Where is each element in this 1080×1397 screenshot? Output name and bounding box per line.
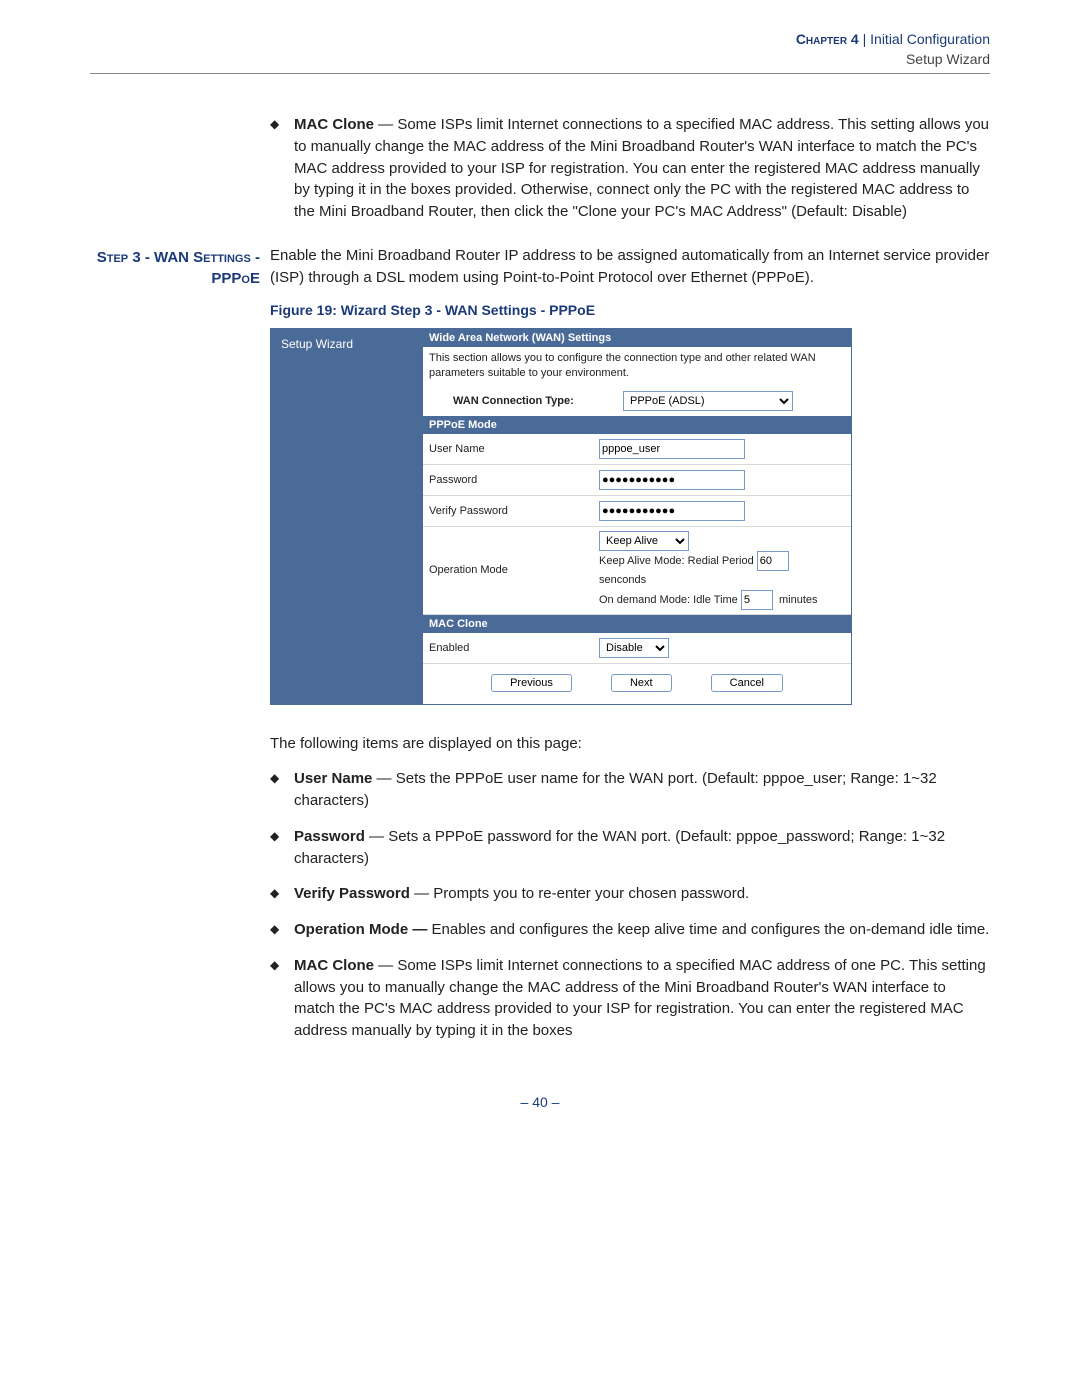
wan-connection-type-label: WAN Connection Type: [429,395,623,407]
wizard-sidebar: Setup Wizard [271,329,423,703]
wizard-screenshot: Setup Wizard Wide Area Network (WAN) Set… [270,328,852,704]
wan-description: This section allows you to configure the… [423,347,851,386]
ondemand-post: minutes [779,594,818,606]
keepalive-pre: Keep Alive Mode: Redial Period [599,555,757,567]
sidebar-setup-wizard: Setup Wizard [281,337,353,351]
bullet-mac-clone: MAC Clone — Some ISPs limit Internet con… [270,955,990,1042]
bullet-password: Password — Sets a PPPoE password for the… [270,826,990,870]
operation-mode-select[interactable]: Keep Alive [599,531,689,551]
previous-button[interactable]: Previous [491,674,572,692]
ondemand-pre: On demand Mode: Idle Time [599,594,741,606]
cancel-button[interactable]: Cancel [711,674,783,692]
mac-enabled-select[interactable]: Disable [599,638,669,658]
figure-caption: Figure 19: Wizard Step 3 - WAN Settings … [270,302,990,318]
bullet-verify-password: Verify Password — Prompts you to re-ente… [270,883,990,905]
bullet-operation-mode: Operation Mode — Enables and configures … [270,919,990,941]
username-label: User Name [429,443,599,455]
username-input[interactable] [599,439,745,459]
operation-mode-label: Operation Mode [429,564,599,576]
band-pppoe-mode: PPPoE Mode [423,416,851,434]
header-chapter: Chapter 4 [796,31,859,47]
redial-period-input[interactable] [757,551,789,571]
next-button[interactable]: Next [611,674,672,692]
verify-password-label: Verify Password [429,505,599,517]
following-items-intro: The following items are displayed on thi… [270,733,990,755]
bullet-username: User Name — Sets the PPPoE user name for… [270,768,990,812]
page-number: – 40 – [90,1094,990,1110]
band-wan-settings: Wide Area Network (WAN) Settings [423,329,851,347]
keepalive-post: senconds [599,574,646,586]
bullet-mac-clone-top: MAC Clone — Some ISPs limit Internet con… [270,114,990,223]
password-label: Password [429,474,599,486]
header-subsection: Setup Wizard [906,51,990,67]
wan-connection-type-select[interactable]: PPPoE (ADSL) [623,391,793,411]
header-rule [90,73,990,74]
header-separator: | [863,31,867,47]
verify-password-input[interactable] [599,501,745,521]
mac-enabled-label: Enabled [429,642,599,654]
step-intro: Enable the Mini Broadband Router IP addr… [270,245,990,289]
band-mac-clone: MAC Clone [423,615,851,633]
term-mac-clone: MAC Clone [294,116,374,133]
running-header: Chapter 4 | Initial Configuration Setup … [90,30,990,69]
idle-time-input[interactable] [741,590,773,610]
password-input[interactable] [599,470,745,490]
text-mac-clone: — Some ISPs limit Internet connections t… [294,116,989,220]
step-heading: Step 3 - WAN Settings - PPPoE [90,245,260,1064]
header-section: Initial Configuration [870,31,990,47]
